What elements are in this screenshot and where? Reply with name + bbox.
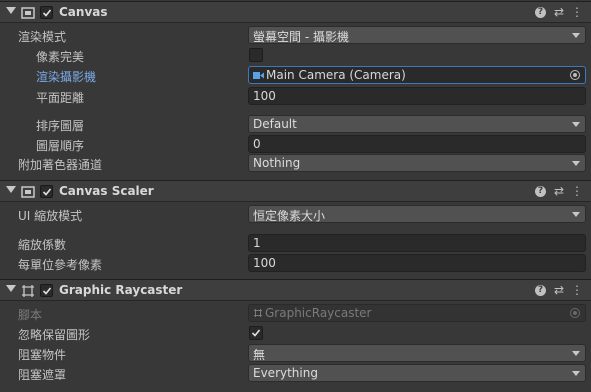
script-label: 腳本 <box>18 308 43 322</box>
order-in-layer-label[interactable]: 圖層順序 <box>36 137 84 154</box>
order-in-layer-row: 圖層順序 0 <box>0 134 591 154</box>
graphic-raycaster-enabled-checkbox[interactable] <box>40 284 53 297</box>
pixel-perfect-checkbox[interactable] <box>249 48 263 62</box>
blocking-mask-dropdown[interactable]: Everything <box>248 364 586 382</box>
ui-scale-mode-dropdown[interactable]: 恒定像素大小 <box>248 205 586 223</box>
dropdown-arrow-icon <box>572 122 580 127</box>
foldout-arrow-icon[interactable] <box>6 285 16 292</box>
blocking-mask-value: Everything <box>253 366 318 380</box>
inspector: Canvas ? ⇄ ⋮ 渲染模式 螢幕空間 - 攝影機 像素完美 渲染攝影機 … <box>0 0 591 392</box>
canvas-scaler-component-icon <box>20 184 36 200</box>
context-menu-icon[interactable]: ⋮ <box>570 184 584 198</box>
canvas-title: Canvas <box>59 5 108 19</box>
foldout-arrow-icon[interactable] <box>6 7 16 14</box>
plane-distance-value: 100 <box>253 89 276 103</box>
scale-factor-field[interactable]: 1 <box>248 234 586 252</box>
blocking-mask-row: 阻塞遮罩 Everything <box>0 363 591 383</box>
shader-channels-dropdown[interactable]: Nothing <box>248 154 586 172</box>
foldout-arrow-icon[interactable] <box>6 186 16 193</box>
plane-distance-label[interactable]: 平面距離 <box>36 89 84 106</box>
canvas-scaler-component-header[interactable]: Canvas Scaler ? ⇄ ⋮ <box>0 180 591 202</box>
reference-pixels-field[interactable]: 100 <box>248 254 586 272</box>
help-icon[interactable]: ? <box>535 7 546 18</box>
help-icon[interactable]: ? <box>535 186 546 197</box>
plane-distance-field[interactable]: 100 <box>248 87 586 105</box>
render-mode-value: 螢幕空間 - 攝影機 <box>253 30 349 44</box>
shader-channels-value: Nothing <box>253 156 301 170</box>
reference-pixels-row: 每單位參考像素 100 <box>0 253 591 273</box>
plane-distance-row: 平面距離 100 <box>0 86 591 106</box>
ui-scale-mode-row: UI 縮放模式 恒定像素大小 <box>0 204 591 224</box>
dropdown-arrow-icon <box>572 33 580 38</box>
render-camera-field[interactable]: Main Camera (Camera) <box>248 66 586 84</box>
graphic-raycaster-title: Graphic Raycaster <box>59 283 183 297</box>
graphic-raycaster-component-icon <box>20 283 36 299</box>
ui-scale-mode-value: 恒定像素大小 <box>253 209 326 223</box>
scale-factor-row: 縮放係數 1 <box>0 233 591 253</box>
shader-channels-label: 附加著色器通道 <box>18 158 103 172</box>
context-menu-icon[interactable]: ⋮ <box>570 283 584 297</box>
order-in-layer-value: 0 <box>253 137 261 151</box>
graphic-raycaster-component-header[interactable]: Graphic Raycaster ? ⇄ ⋮ <box>0 279 591 301</box>
pixel-perfect-row: 像素完美 <box>0 45 591 65</box>
camera-icon <box>253 69 264 83</box>
sorting-layer-dropdown[interactable]: Default <box>248 115 586 133</box>
ignore-reversed-graphics-label: 忽略保留圖形 <box>18 328 91 342</box>
script-row: 腳本 GraphicRaycaster <box>0 303 591 323</box>
script-field: GraphicRaycaster <box>248 304 586 322</box>
render-mode-label: 渲染模式 <box>18 30 67 44</box>
reference-pixels-label[interactable]: 每單位參考像素 <box>18 256 102 273</box>
script-value: GraphicRaycaster <box>265 306 372 320</box>
dropdown-arrow-icon <box>572 351 580 356</box>
shader-channels-row: 附加著色器通道 Nothing <box>0 153 591 173</box>
help-icon[interactable]: ? <box>535 285 546 296</box>
scale-factor-label[interactable]: 縮放係數 <box>18 236 66 253</box>
blocking-objects-dropdown[interactable]: 無 <box>248 344 586 362</box>
sorting-layer-label: 排序圖層 <box>36 119 85 133</box>
object-picker-icon[interactable] <box>570 70 580 80</box>
ignore-reversed-graphics-checkbox[interactable] <box>249 326 263 340</box>
blocking-objects-label: 阻塞物件 <box>18 348 67 362</box>
ui-scale-mode-label: UI 縮放模式 <box>18 209 83 223</box>
canvas-enabled-checkbox[interactable] <box>40 6 53 19</box>
presets-icon[interactable]: ⇄ <box>552 283 566 297</box>
presets-icon[interactable]: ⇄ <box>552 184 566 198</box>
dropdown-arrow-icon <box>572 161 580 166</box>
checkmark-icon <box>251 329 261 337</box>
render-camera-value: Main Camera (Camera) <box>266 68 406 82</box>
script-value-wrap: GraphicRaycaster <box>253 306 372 321</box>
sorting-layer-row: 排序圖層 Default <box>0 114 591 134</box>
context-menu-icon[interactable]: ⋮ <box>570 5 584 19</box>
sorting-layer-value: Default <box>253 117 297 131</box>
render-mode-dropdown[interactable]: 螢幕空間 - 攝影機 <box>248 26 586 44</box>
blocking-mask-label: 阻塞遮罩 <box>18 368 67 382</box>
render-camera-value-wrap: Main Camera (Camera) <box>253 68 406 83</box>
order-in-layer-field[interactable]: 0 <box>248 135 586 153</box>
render-camera-label: 渲染攝影機 <box>36 70 97 84</box>
reference-pixels-value: 100 <box>253 256 276 270</box>
canvas-scaler-title: Canvas Scaler <box>59 184 154 198</box>
script-icon <box>253 307 263 321</box>
canvas-component-icon <box>20 5 36 21</box>
render-mode-row: 渲染模式 螢幕空間 - 攝影機 <box>0 25 591 45</box>
presets-icon[interactable]: ⇄ <box>552 5 566 19</box>
object-picker-icon <box>570 308 580 318</box>
dropdown-arrow-icon <box>572 371 580 376</box>
render-camera-row: 渲染攝影機 Main Camera (Camera) <box>0 65 591 85</box>
ignore-reversed-graphics-row: 忽略保留圖形 <box>0 323 591 343</box>
canvas-scaler-enabled-checkbox[interactable] <box>40 185 53 198</box>
blocking-objects-value: 無 <box>253 348 266 362</box>
canvas-component-header[interactable]: Canvas ? ⇄ ⋮ <box>0 1 591 23</box>
dropdown-arrow-icon <box>572 212 580 217</box>
scale-factor-value: 1 <box>253 236 261 250</box>
pixel-perfect-label: 像素完美 <box>36 50 85 64</box>
blocking-objects-row: 阻塞物件 無 <box>0 343 591 363</box>
